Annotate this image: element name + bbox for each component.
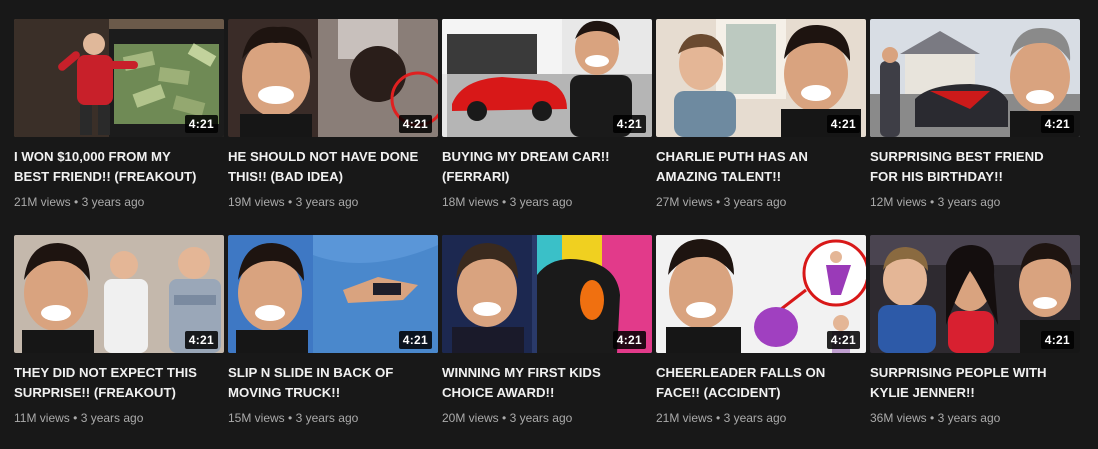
video-card[interactable]: 4:21 I WON $10,000 FROM MY BEST FRIEND!!… [14,19,224,211]
video-thumbnail[interactable]: 4:21 [656,235,866,353]
view-count: 12M views [870,195,927,209]
view-count: 27M views [656,195,713,209]
video-meta: 21M views • 3 years ago [14,193,224,211]
meta-separator: • [74,195,79,209]
video-card[interactable]: 4:21 SLIP N SLIDE IN BACK OF MOVING TRUC… [228,235,438,427]
video-meta: 11M views • 3 years ago [14,409,224,427]
video-grid: 4:21 I WON $10,000 FROM MY BEST FRIEND!!… [0,0,1098,449]
upload-age: 3 years ago [723,195,787,209]
video-thumbnail[interactable]: 4:21 [442,19,652,137]
video-title[interactable]: CHEERLEADER FALLS ON FACE!! (ACCIDENT) [656,363,866,403]
video-meta: 12M views • 3 years ago [870,193,1080,211]
meta-separator: • [930,411,935,425]
video-duration: 4:21 [184,115,218,133]
upload-age: 3 years ago [509,411,573,425]
video-card[interactable]: 4:21 CHEERLEADER FALLS ON FACE!! (ACCIDE… [656,235,866,427]
video-duration: 4:21 [398,115,432,133]
video-title[interactable]: THEY DID NOT EXPECT THIS SURPRISE!! (FRE… [14,363,224,403]
meta-separator: • [716,411,721,425]
video-duration: 4:21 [826,115,860,133]
meta-separator: • [73,411,78,425]
video-meta: 21M views • 3 years ago [656,409,866,427]
upload-age: 3 years ago [295,411,359,425]
meta-separator: • [288,411,293,425]
video-duration: 4:21 [1040,331,1074,349]
upload-age: 3 years ago [295,195,359,209]
video-thumbnail[interactable]: 4:21 [14,235,224,353]
video-title[interactable]: SURPRISING BEST FRIEND FOR HIS BIRTHDAY!… [870,147,1080,187]
video-title[interactable]: SLIP N SLIDE IN BACK OF MOVING TRUCK!! [228,363,438,403]
video-meta: 27M views • 3 years ago [656,193,866,211]
view-count: 21M views [14,195,71,209]
meta-separator: • [502,195,507,209]
video-title[interactable]: SURPRISING PEOPLE WITH KYLIE JENNER!! [870,363,1080,403]
video-title[interactable]: CHARLIE PUTH HAS AN AMAZING TALENT!! [656,147,866,187]
view-count: 19M views [228,195,285,209]
video-title[interactable]: WINNING MY FIRST KIDS CHOICE AWARD!! [442,363,652,403]
video-meta: 18M views • 3 years ago [442,193,652,211]
upload-age: 3 years ago [937,411,1001,425]
video-duration: 4:21 [1040,115,1074,133]
video-card[interactable]: 4:21 SURPRISING BEST FRIEND FOR HIS BIRT… [870,19,1080,211]
video-thumbnail[interactable]: 4:21 [442,235,652,353]
video-thumbnail[interactable]: 4:21 [228,19,438,137]
video-meta: 19M views • 3 years ago [228,193,438,211]
view-count: 15M views [228,411,285,425]
video-thumbnail[interactable]: 4:21 [14,19,224,137]
meta-separator: • [930,195,935,209]
video-duration: 4:21 [612,115,646,133]
view-count: 20M views [442,411,499,425]
video-duration: 4:21 [398,331,432,349]
video-duration: 4:21 [826,331,860,349]
video-title[interactable]: BUYING MY DREAM CAR!! (FERRARI) [442,147,652,187]
video-meta: 36M views • 3 years ago [870,409,1080,427]
meta-separator: • [716,195,721,209]
video-card[interactable]: 4:21 CHARLIE PUTH HAS AN AMAZING TALENT!… [656,19,866,211]
video-duration: 4:21 [612,331,646,349]
video-card[interactable]: 4:21 SURPRISING PEOPLE WITH KYLIE JENNER… [870,235,1080,427]
video-title[interactable]: HE SHOULD NOT HAVE DONE THIS!! (BAD IDEA… [228,147,438,187]
view-count: 18M views [442,195,499,209]
video-duration: 4:21 [184,331,218,349]
video-title[interactable]: I WON $10,000 FROM MY BEST FRIEND!! (FRE… [14,147,224,187]
video-card[interactable]: 4:21 HE SHOULD NOT HAVE DONE THIS!! (BAD… [228,19,438,211]
video-card[interactable]: 4:21 WINNING MY FIRST KIDS CHOICE AWARD!… [442,235,652,427]
upload-age: 3 years ago [509,195,573,209]
video-thumbnail[interactable]: 4:21 [870,19,1080,137]
meta-separator: • [288,195,293,209]
video-meta: 20M views • 3 years ago [442,409,652,427]
video-card[interactable]: 4:21 THEY DID NOT EXPECT THIS SURPRISE!!… [14,235,224,427]
video-meta: 15M views • 3 years ago [228,409,438,427]
upload-age: 3 years ago [937,195,1001,209]
meta-separator: • [502,411,507,425]
video-thumbnail[interactable]: 4:21 [870,235,1080,353]
view-count: 21M views [656,411,713,425]
upload-age: 3 years ago [80,411,144,425]
view-count: 11M views [14,411,70,425]
video-card[interactable]: 4:21 BUYING MY DREAM CAR!! (FERRARI) 18M… [442,19,652,211]
video-thumbnail[interactable]: 4:21 [228,235,438,353]
upload-age: 3 years ago [723,411,787,425]
video-thumbnail[interactable]: 4:21 [656,19,866,137]
upload-age: 3 years ago [81,195,145,209]
view-count: 36M views [870,411,927,425]
